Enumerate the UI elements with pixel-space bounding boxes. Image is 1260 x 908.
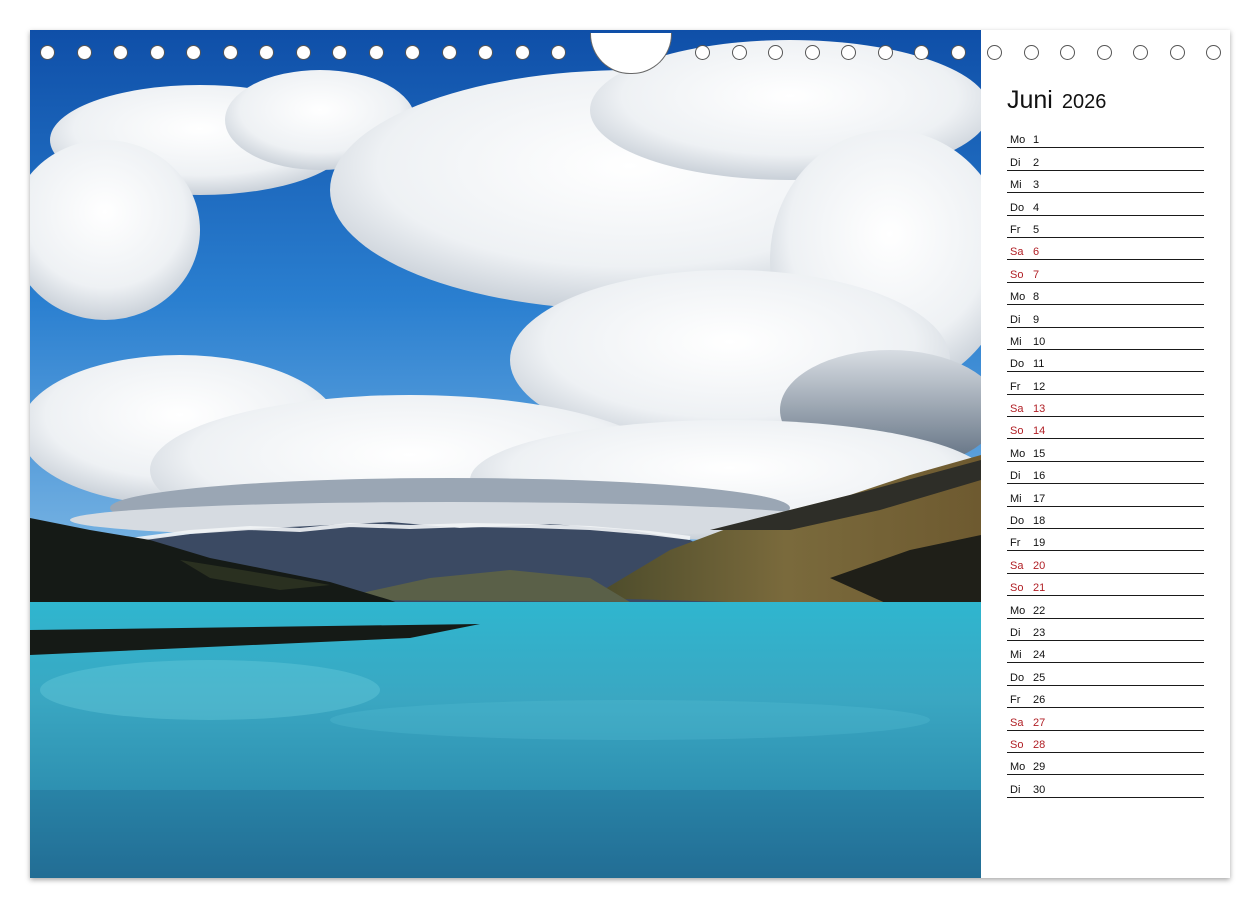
weekday-label: Mo <box>1010 604 1026 617</box>
day-row: Mo 8 <box>1007 283 1204 306</box>
weekday-label: Mi <box>1010 335 1022 348</box>
date-number: 7 <box>1033 268 1040 281</box>
date-number: 11 <box>1033 358 1045 371</box>
weekday-label: Fr <box>1010 380 1021 393</box>
date-number: 3 <box>1033 179 1040 192</box>
day-row: So 7 <box>1007 260 1204 283</box>
day-list: Mo 1 Di 2 Mi 3 Do 4 Fr 5 Sa 6 So 7 Mo 8 Di 9 Mi 10 Do 11 Fr 12 S… <box>1007 126 1204 798</box>
day-row: Sa 6 <box>1007 238 1204 261</box>
date-number: 27 <box>1033 716 1046 729</box>
day-row: Mi 10 <box>1007 328 1204 350</box>
day-row: Fr 26 <box>1007 686 1204 709</box>
day-row: Mi 24 <box>1007 641 1204 664</box>
day-row: Mi 17 <box>1007 484 1204 507</box>
day-row: Di 16 <box>1007 462 1204 485</box>
date-number: 16 <box>1033 470 1046 483</box>
year: 2026 <box>1061 91 1107 113</box>
date-number: 29 <box>1033 761 1046 774</box>
weekday-label: Do <box>1010 358 1025 371</box>
month-name: Juni <box>1007 86 1053 114</box>
day-row: Sa 13 <box>1007 395 1204 418</box>
date-number: 21 <box>1033 582 1046 595</box>
weekday-label: Di <box>1010 313 1021 326</box>
day-row: Mo 1 <box>1007 126 1204 149</box>
day-row: Sa 20 <box>1007 551 1204 574</box>
weekday-label: Sa <box>1010 246 1024 259</box>
day-row: Do 25 <box>1007 663 1204 686</box>
date-number: 6 <box>1033 246 1040 259</box>
weekday-label: Fr <box>1010 537 1021 550</box>
weekday-label: Sa <box>1010 403 1024 416</box>
weekday-label: Sa <box>1010 559 1024 572</box>
lake-mountain-scene <box>30 30 981 878</box>
date-number: 12 <box>1033 380 1046 393</box>
day-row: Di 23 <box>1007 619 1204 641</box>
day-row: Di 30 <box>1007 775 1204 798</box>
date-number: 23 <box>1033 626 1046 639</box>
weekday-label: So <box>1010 268 1024 281</box>
day-row: Di 9 <box>1007 305 1204 328</box>
weekday-label: Di <box>1010 783 1021 796</box>
date-number: 26 <box>1033 694 1046 707</box>
weekday-label: Di <box>1010 156 1021 169</box>
date-number: 25 <box>1033 671 1046 684</box>
day-row: Sa 27 <box>1007 708 1204 731</box>
day-row: Fr 5 <box>1007 216 1204 238</box>
weekday-label: Di <box>1010 626 1021 639</box>
date-number: 1 <box>1033 134 1040 147</box>
date-number: 4 <box>1033 201 1040 214</box>
day-row: So 14 <box>1007 417 1204 440</box>
date-number: 18 <box>1033 515 1046 528</box>
day-row: Di 2 <box>1007 148 1204 171</box>
date-number: 10 <box>1033 335 1046 348</box>
day-row: So 21 <box>1007 574 1204 597</box>
weekday-label: Mo <box>1010 761 1026 774</box>
date-number: 15 <box>1033 447 1046 460</box>
date-number: 19 <box>1033 537 1046 550</box>
day-row: Do 4 <box>1007 193 1204 216</box>
weekday-label: Fr <box>1010 694 1021 707</box>
weekday-label: So <box>1010 582 1024 595</box>
calendar-page: Juni 2026 Mo 1 Di 2 Mi 3 Do 4 Fr 5 Sa 6 So 7 Mo 8 Di 9 Mi 1… <box>30 30 1230 878</box>
landscape-photo <box>30 30 981 878</box>
date-number: 8 <box>1033 291 1040 304</box>
weekday-label: Do <box>1010 671 1025 684</box>
date-number: 14 <box>1033 425 1046 438</box>
weekday-label: Mi <box>1010 179 1022 192</box>
day-row: Do 11 <box>1007 350 1204 373</box>
cloud-layer <box>30 40 981 545</box>
weekday-label: Do <box>1010 515 1025 528</box>
day-row: Mo 29 <box>1007 753 1204 776</box>
date-number: 5 <box>1033 223 1040 236</box>
weekday-label: So <box>1010 425 1024 438</box>
weekday-label: Do <box>1010 201 1025 214</box>
day-row: Mo 15 <box>1007 439 1204 462</box>
weekday-label: Sa <box>1010 716 1024 729</box>
day-row: Mi 3 <box>1007 171 1204 194</box>
date-number: 28 <box>1033 738 1046 751</box>
date-number: 20 <box>1033 559 1046 572</box>
date-number: 2 <box>1033 156 1040 169</box>
day-row: Fr 12 <box>1007 372 1204 395</box>
weekday-label: Mi <box>1010 649 1022 662</box>
day-row: Do 18 <box>1007 507 1204 530</box>
weekday-label: Mo <box>1010 447 1026 460</box>
weekday-label: Mo <box>1010 134 1026 147</box>
date-number: 9 <box>1033 313 1040 326</box>
day-row: Fr 19 <box>1007 529 1204 552</box>
weekday-label: So <box>1010 738 1024 751</box>
date-number: 22 <box>1033 604 1046 617</box>
month-title: Juni 2026 <box>1007 86 1106 115</box>
weekday-label: Di <box>1010 470 1021 483</box>
date-number: 13 <box>1033 403 1046 416</box>
calendar-sidebar: Juni 2026 Mo 1 Di 2 Mi 3 Do 4 Fr 5 Sa 6 So 7 Mo 8 Di 9 Mi 1… <box>981 30 1230 878</box>
day-row: So 28 <box>1007 731 1204 753</box>
weekday-label: Mo <box>1010 291 1026 304</box>
weekday-label: Mi <box>1010 492 1022 505</box>
weekday-label: Fr <box>1010 223 1021 236</box>
day-row: Mo 22 <box>1007 596 1204 619</box>
date-number: 24 <box>1033 649 1046 662</box>
date-number: 30 <box>1033 783 1046 796</box>
date-number: 17 <box>1033 492 1046 505</box>
